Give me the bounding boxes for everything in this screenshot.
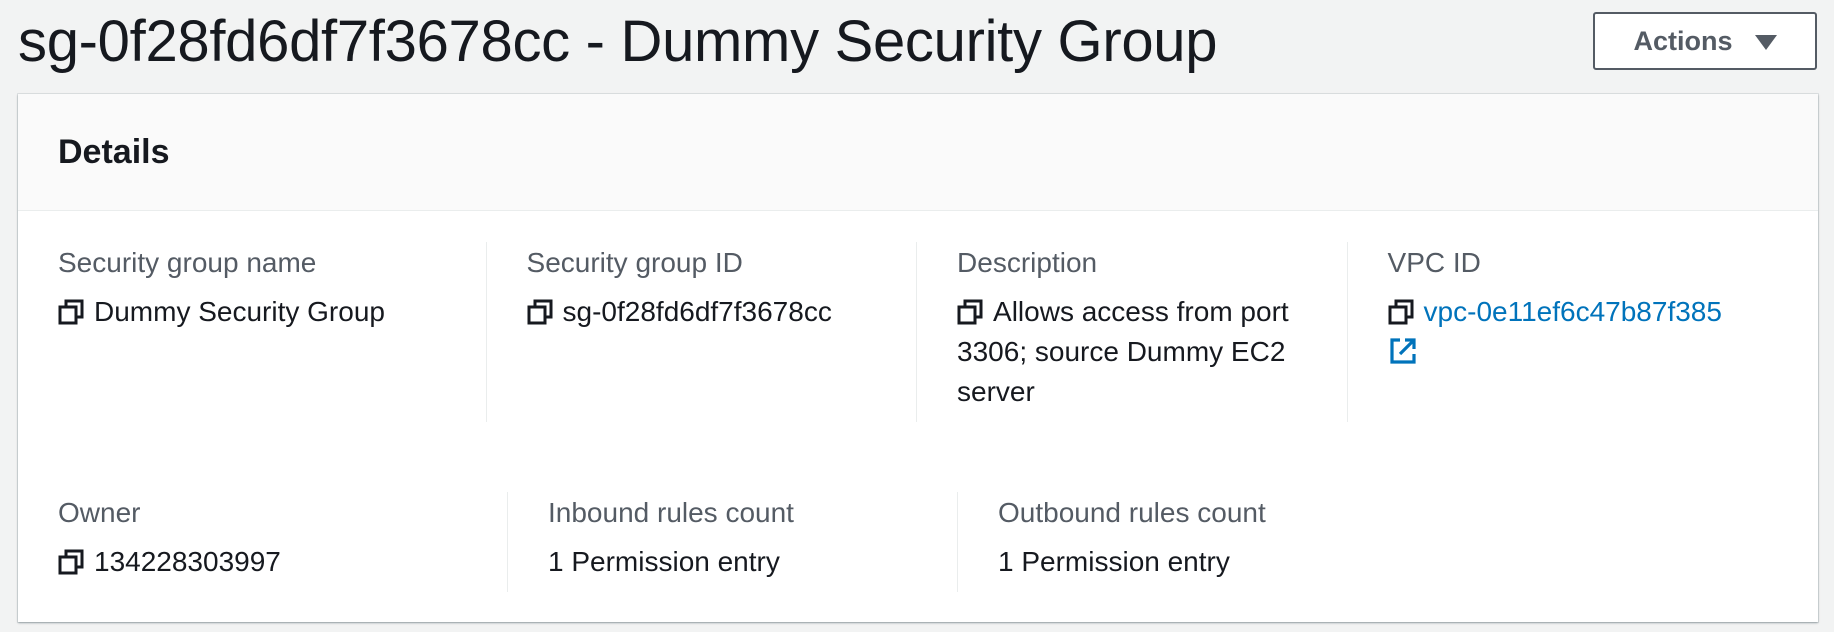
details-row-1: Security group name Dummy Security Group… — [58, 242, 1778, 422]
details-panel-header: Details — [18, 94, 1818, 211]
field-security-group-id: Security group ID sg-0f28fd6df7f3678cc — [487, 242, 918, 422]
field-label: VPC ID — [1387, 247, 1481, 278]
field-value: vpc-0e11ef6c47b87f385 — [1388, 292, 1758, 366]
details-panel: Details Security group name Dummy Securi… — [18, 94, 1818, 622]
field-value: Allows access from port 3306; source Dum… — [957, 292, 1327, 412]
field-inbound-rules-count: Inbound rules count 1 Permission entry — [508, 492, 958, 592]
owner-value: 134228303997 — [94, 546, 281, 577]
field-label: Outbound rules count — [998, 497, 1266, 528]
inbound-rules-count-value: 1 Permission entry — [548, 546, 780, 577]
external-link-icon[interactable] — [1388, 336, 1418, 366]
details-title: Details — [58, 133, 170, 171]
field-outbound-rules-count: Outbound rules count 1 Permission entry — [958, 492, 1408, 592]
field-value: 134228303997 — [58, 542, 487, 582]
actions-button-label: Actions — [1633, 25, 1733, 56]
field-vpc-id: VPC ID vpc-0e11ef6c47b87f385 — [1348, 242, 1778, 422]
field-security-group-name: Security group name Dummy Security Group — [58, 242, 487, 422]
field-value: Dummy Security Group — [58, 292, 466, 332]
field-value: sg-0f28fd6df7f3678cc — [527, 292, 897, 332]
actions-button[interactable]: Actions — [1593, 12, 1817, 70]
field-label: Security group name — [58, 247, 317, 278]
field-label: Owner — [58, 497, 141, 528]
caret-down-icon — [1754, 34, 1777, 50]
field-description: Description Allows access from port 3306… — [917, 242, 1348, 422]
vpc-id-link[interactable]: vpc-0e11ef6c47b87f385 — [1424, 296, 1722, 327]
security-group-name-value: Dummy Security Group — [94, 296, 385, 327]
security-group-id-value: sg-0f28fd6df7f3678cc — [562, 296, 832, 327]
field-label: Description — [957, 247, 1098, 278]
field-label: Inbound rules count — [548, 497, 794, 528]
description-value: Allows access from port 3306; source Dum… — [957, 296, 1289, 407]
copy-icon[interactable] — [1388, 299, 1414, 325]
copy-icon[interactable] — [957, 299, 983, 325]
copy-icon[interactable] — [527, 299, 553, 325]
copy-icon[interactable] — [58, 299, 84, 325]
field-owner: Owner 134228303997 — [58, 492, 508, 592]
page-header: sg-0f28fd6df7f3678cc - Dummy Security Gr… — [18, 0, 1818, 90]
field-label: Security group ID — [526, 247, 743, 278]
page-title: sg-0f28fd6df7f3678cc - Dummy Security Gr… — [18, 9, 1218, 74]
details-row-2: Owner 134228303997 Inbound rules count 1… — [58, 492, 1778, 592]
copy-icon[interactable] — [58, 549, 84, 575]
outbound-rules-count-value: 1 Permission entry — [998, 546, 1230, 577]
